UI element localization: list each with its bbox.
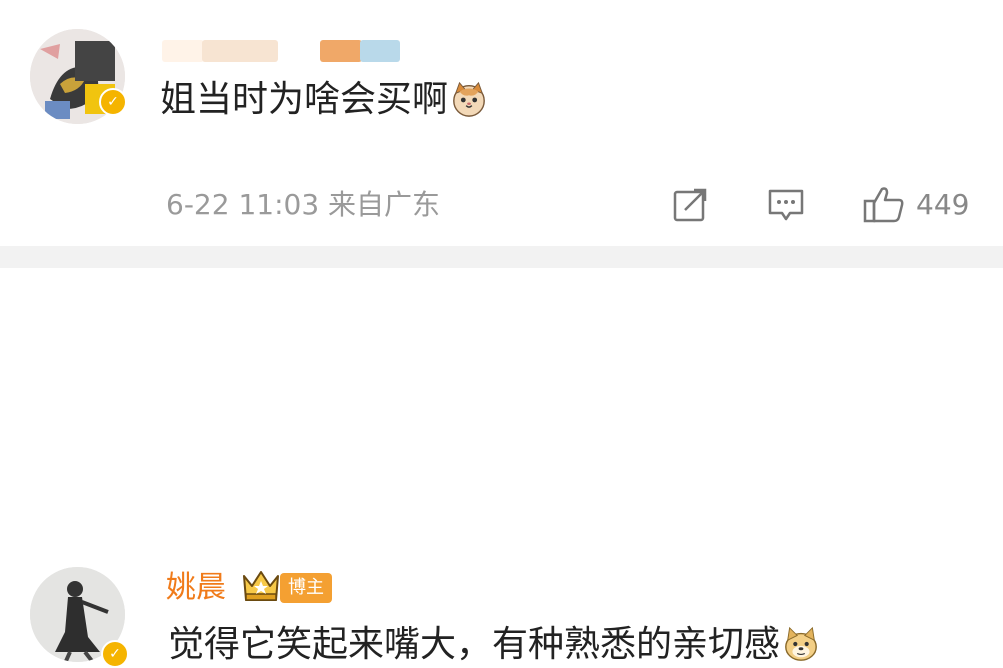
comment-item: ✓ 姐当时为啥会买啊 6-22 11:03 来自广东 449 (0, 0, 1003, 246)
comment-separator (0, 246, 1003, 268)
like-count: 449 (916, 188, 970, 221)
username[interactable]: 姚晨 (166, 568, 226, 608)
username-blurred[interactable] (202, 40, 278, 62)
comment-text-content: 觉得它笑起来嘴大，有种熟悉的亲切感 (168, 624, 781, 665)
cat-emoji-icon (453, 81, 485, 117)
comment-text-content: 姐当时为啥会买啊 (160, 79, 449, 120)
like-icon[interactable] (862, 183, 906, 225)
crown-icon (243, 571, 279, 601)
author-badge: 博主 (280, 573, 332, 603)
comment-icon[interactable] (766, 183, 806, 225)
comment-item: ✓ 姚晨 博主 觉得它笑起来嘴大，有种熟悉的亲切感 (0, 268, 1003, 668)
doge-emoji-icon (785, 626, 817, 661)
username-blurred[interactable] (320, 40, 362, 62)
share-icon[interactable] (670, 183, 710, 225)
username-blurred[interactable] (162, 40, 204, 62)
comment-text: 姐当时为啥会买啊 (160, 78, 488, 122)
comment-meta: 6-22 11:03 来自广东 (166, 188, 441, 221)
comment-text: 觉得它笑起来嘴大，有种熟悉的亲切感 (168, 623, 820, 667)
verified-icon: ✓ (101, 640, 129, 668)
username-blurred[interactable] (360, 40, 400, 62)
verified-icon: ✓ (99, 88, 127, 116)
